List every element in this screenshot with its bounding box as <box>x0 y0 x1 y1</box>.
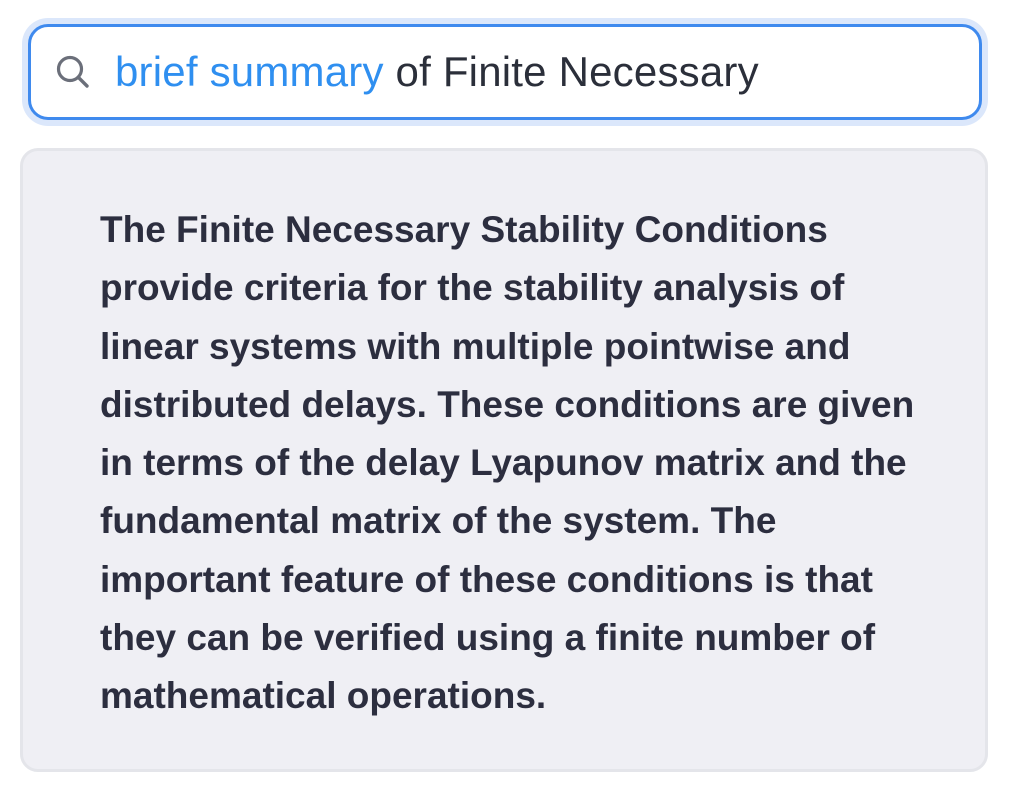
search-query-rest: of Finite Necessary <box>383 48 759 95</box>
search-icon[interactable] <box>53 52 93 92</box>
search-query-highlight: brief summary <box>115 48 384 95</box>
answer-card: The Finite Necessary Stability Condition… <box>20 148 988 772</box>
search-bar-container: brief summary of Finite Necessary <box>22 18 988 126</box>
search-query-text: brief summary of Finite Necessary <box>115 51 759 93</box>
answer-text: The Finite Necessary Stability Condition… <box>100 209 915 717</box>
search-input[interactable]: brief summary of Finite Necessary <box>28 24 982 120</box>
